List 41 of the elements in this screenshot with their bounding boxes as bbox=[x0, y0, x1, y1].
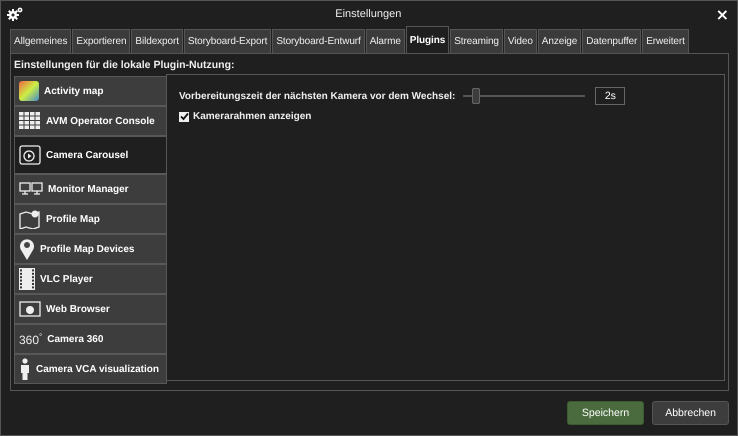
tab[interactable]: Storyboard-Entwurf bbox=[272, 29, 365, 53]
tab[interactable]: Erweitert bbox=[642, 29, 689, 53]
plugin-item[interactable]: Profile Map bbox=[14, 204, 167, 234]
tab[interactable]: Streaming bbox=[450, 29, 503, 53]
cancel-button[interactable]: Abbrechen bbox=[652, 401, 729, 425]
tab[interactable]: Storyboard-Export bbox=[184, 29, 272, 53]
tab[interactable]: Bildexport bbox=[131, 29, 183, 53]
tab[interactable]: Plugins bbox=[406, 26, 450, 53]
plugin-item[interactable]: Activity map bbox=[14, 76, 167, 106]
checkbox[interactable] bbox=[179, 112, 189, 122]
person-icon bbox=[19, 358, 31, 380]
tab[interactable]: Exportieren bbox=[72, 29, 130, 53]
plugin-item[interactable]: 360$^{°}$ Camera 360 bbox=[14, 324, 167, 354]
monitors-icon bbox=[19, 182, 43, 196]
plugin-item[interactable]: Profile Map Devices bbox=[14, 234, 167, 264]
map-pin-icon bbox=[19, 209, 41, 229]
slider-label: Vorbereitungszeit der nächsten Kamera vor dem Wechsel: bbox=[179, 90, 456, 102]
save-button[interactable]: Speichern bbox=[566, 401, 644, 425]
tab[interactable]: Alarme bbox=[366, 29, 405, 53]
plugin-item[interactable]: AVM Operator Console bbox=[14, 106, 167, 136]
tab[interactable]: Video bbox=[504, 29, 537, 53]
gears-icon bbox=[7, 7, 23, 21]
tab[interactable]: Allgemeines bbox=[10, 29, 72, 53]
close-button[interactable]: × bbox=[714, 4, 731, 24]
grid-icon bbox=[19, 112, 41, 130]
section-title: Einstellungen für die lokale Plugin-Nutzung: bbox=[14, 59, 236, 71]
value-field[interactable]: 2s bbox=[595, 87, 626, 105]
film-strip-icon bbox=[19, 268, 35, 290]
checkbox-label: Kamerarahmen anzeigen bbox=[193, 111, 312, 122]
window-title: Einstellungen bbox=[334, 8, 402, 20]
location-pin-icon bbox=[19, 238, 35, 260]
tab[interactable]: Datenpuffer bbox=[582, 29, 642, 53]
plugin-icon-text: 360$^{°}$ bbox=[19, 332, 42, 346]
plugin-item[interactable]: Camera VCA visualization bbox=[14, 354, 167, 384]
plugin-item[interactable]: VLC Player bbox=[14, 264, 167, 294]
slider-thumb[interactable] bbox=[472, 88, 480, 104]
plugin-item[interactable]: Camera Carousel bbox=[14, 136, 167, 174]
plugin-item[interactable]: Monitor Manager bbox=[14, 174, 167, 204]
plugin-item[interactable]: Web Browser bbox=[14, 294, 167, 324]
checkmark-icon bbox=[180, 112, 188, 121]
tab[interactable]: Anzeige bbox=[538, 29, 582, 53]
